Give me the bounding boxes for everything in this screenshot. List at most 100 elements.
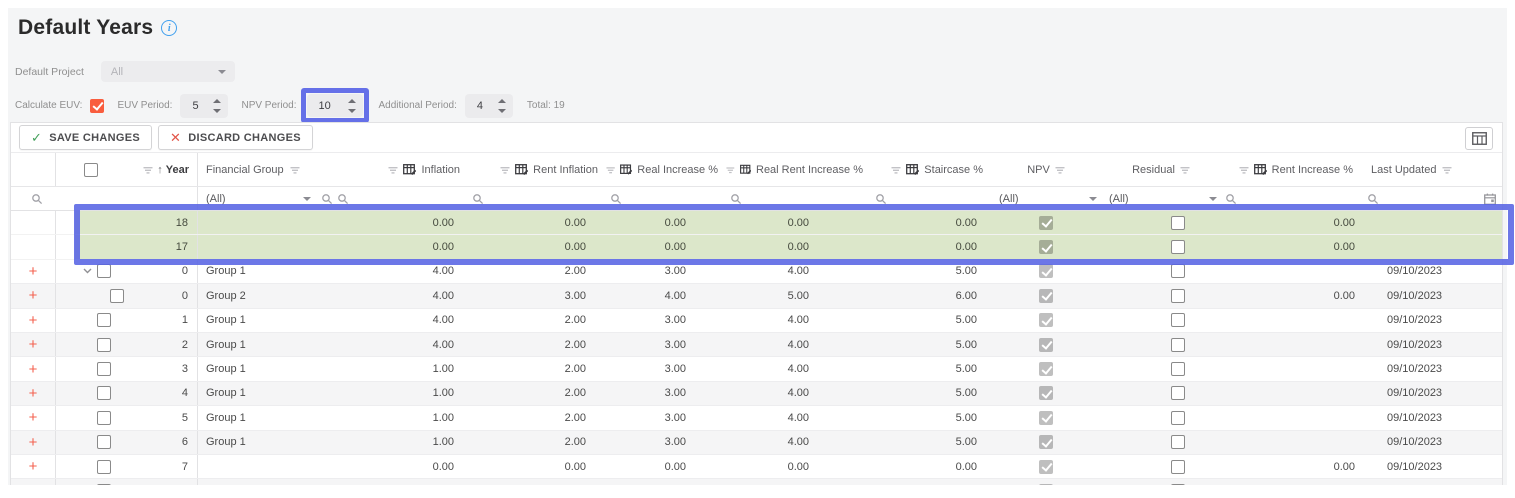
npv-checkbox[interactable]: [1039, 313, 1053, 327]
npv-checkbox[interactable]: [1039, 460, 1053, 474]
cell-select[interactable]: [56, 260, 126, 283]
select-all-checkbox[interactable]: [84, 163, 98, 177]
cell-add-row[interactable]: +: [11, 382, 56, 405]
cell-add-row[interactable]: +: [11, 309, 56, 332]
add-row-button[interactable]: +: [29, 435, 38, 450]
cell-add-row[interactable]: +: [11, 260, 56, 283]
add-row-button[interactable]: +: [29, 386, 38, 401]
residual-checkbox[interactable]: [1171, 362, 1185, 376]
euv-period-spinner[interactable]: 5: [180, 94, 228, 118]
residual-checkbox[interactable]: [1171, 386, 1185, 400]
residual-checkbox[interactable]: [1171, 484, 1185, 485]
npv-period-spinner[interactable]: 10: [307, 94, 363, 117]
row-checkbox[interactable]: [97, 435, 111, 449]
residual-checkbox[interactable]: [1171, 338, 1185, 352]
default-project-select[interactable]: All: [101, 61, 235, 82]
cell-add-row[interactable]: +: [11, 431, 56, 454]
filter-cell-lastUpdated[interactable]: [1361, 187, 1503, 210]
filter-cell-year[interactable]: [11, 187, 198, 210]
cell-select[interactable]: [56, 406, 126, 429]
cell-select[interactable]: [56, 357, 126, 380]
npv-checkbox[interactable]: [1039, 216, 1053, 230]
cell-add-row[interactable]: +: [11, 479, 56, 485]
cell-select[interactable]: [56, 284, 126, 307]
expand-chevron[interactable]: [83, 268, 92, 274]
filter-cell-rentIncrease[interactable]: [1221, 187, 1361, 210]
cell-add-row[interactable]: +: [11, 333, 56, 356]
cell-select[interactable]: [56, 479, 126, 485]
npv-checkbox[interactable]: [1039, 386, 1053, 400]
cell-select[interactable]: [56, 309, 126, 332]
cell-select[interactable]: [56, 455, 126, 478]
row-checkbox[interactable]: [97, 313, 111, 327]
spin-buttons[interactable]: [213, 98, 221, 114]
save-changes-button[interactable]: ✓ SAVE CHANGES: [19, 125, 152, 150]
additional-period-spinner[interactable]: 4: [465, 94, 513, 118]
residual-checkbox[interactable]: [1171, 240, 1185, 254]
cell-add-row[interactable]: +: [11, 284, 56, 307]
add-row-button[interactable]: +: [29, 362, 38, 377]
add-row-button[interactable]: +: [29, 459, 38, 474]
cell-select[interactable]: [56, 431, 126, 454]
npv-checkbox[interactable]: [1039, 411, 1053, 425]
add-row-button[interactable]: +: [29, 483, 38, 485]
calculate-euv-checkbox[interactable]: [90, 99, 104, 113]
header-cell-group[interactable]: Financial Group: [198, 153, 333, 186]
row-checkbox[interactable]: [97, 484, 111, 485]
header-cell-residual[interactable]: Residual: [1101, 153, 1221, 186]
filter-cell-realRentIncrease[interactable]: [726, 187, 871, 210]
cell-add-row[interactable]: +: [11, 406, 56, 429]
spin-buttons[interactable]: [348, 98, 356, 114]
row-checkbox[interactable]: [97, 386, 111, 400]
residual-checkbox[interactable]: [1171, 435, 1185, 449]
filter-cell-inflation[interactable]: [333, 187, 468, 210]
residual-checkbox[interactable]: [1171, 411, 1185, 425]
npv-checkbox[interactable]: [1039, 240, 1053, 254]
header-cell-npv[interactable]: NPV: [991, 153, 1101, 186]
info-icon[interactable]: i: [161, 20, 177, 36]
header-cell-realIncrease[interactable]: Real Increase %: [606, 153, 726, 186]
residual-checkbox[interactable]: [1171, 216, 1185, 230]
row-checkbox[interactable]: [97, 411, 111, 425]
add-row-button[interactable]: +: [29, 337, 38, 352]
row-checkbox[interactable]: [97, 264, 111, 278]
npv-checkbox[interactable]: [1039, 435, 1053, 449]
add-row-button[interactable]: +: [29, 313, 38, 328]
spin-buttons[interactable]: [498, 98, 506, 114]
filter-cell-residual[interactable]: (All): [1101, 187, 1221, 210]
cell-add-row[interactable]: +: [11, 357, 56, 380]
filter-cell-group[interactable]: (All): [198, 187, 333, 210]
header-cell-realRentIncrease[interactable]: Real Rent Increase %: [726, 153, 871, 186]
residual-checkbox[interactable]: [1171, 289, 1185, 303]
row-checkbox[interactable]: [97, 460, 111, 474]
header-cell-rentInflation[interactable]: Rent Inflation: [468, 153, 606, 186]
header-cell-inflation[interactable]: Inflation: [333, 153, 468, 186]
header-cell-lastUpdated[interactable]: Last Updated: [1361, 153, 1503, 186]
filter-cell-staircase[interactable]: [871, 187, 991, 210]
row-checkbox[interactable]: [110, 289, 124, 303]
filter-cell-realIncrease[interactable]: [606, 187, 726, 210]
row-checkbox[interactable]: [97, 338, 111, 352]
residual-checkbox[interactable]: [1171, 313, 1185, 327]
npv-checkbox[interactable]: [1039, 289, 1053, 303]
row-checkbox[interactable]: [97, 362, 111, 376]
header-cell-rentIncrease[interactable]: Rent Increase %: [1221, 153, 1361, 186]
add-row-button[interactable]: +: [29, 410, 38, 425]
discard-changes-button[interactable]: ✕ DISCARD CHANGES: [158, 125, 313, 150]
header-cell-year[interactable]: ↑Year: [126, 153, 198, 186]
residual-checkbox[interactable]: [1171, 264, 1185, 278]
cell-select[interactable]: [56, 382, 126, 405]
header-cell-staircase[interactable]: Staircase %: [871, 153, 991, 186]
npv-checkbox[interactable]: [1039, 362, 1053, 376]
add-row-button[interactable]: +: [29, 288, 38, 303]
npv-checkbox[interactable]: [1039, 264, 1053, 278]
filter-cell-rentInflation[interactable]: [468, 187, 606, 210]
residual-checkbox[interactable]: [1171, 460, 1185, 474]
cell-add-row[interactable]: +: [11, 455, 56, 478]
npv-checkbox[interactable]: [1039, 338, 1053, 352]
cell-select[interactable]: [56, 333, 126, 356]
npv-checkbox[interactable]: [1039, 484, 1053, 485]
add-row-button[interactable]: +: [29, 264, 38, 279]
column-chooser-button[interactable]: [1465, 127, 1493, 150]
filter-cell-npv[interactable]: (All): [991, 187, 1101, 210]
